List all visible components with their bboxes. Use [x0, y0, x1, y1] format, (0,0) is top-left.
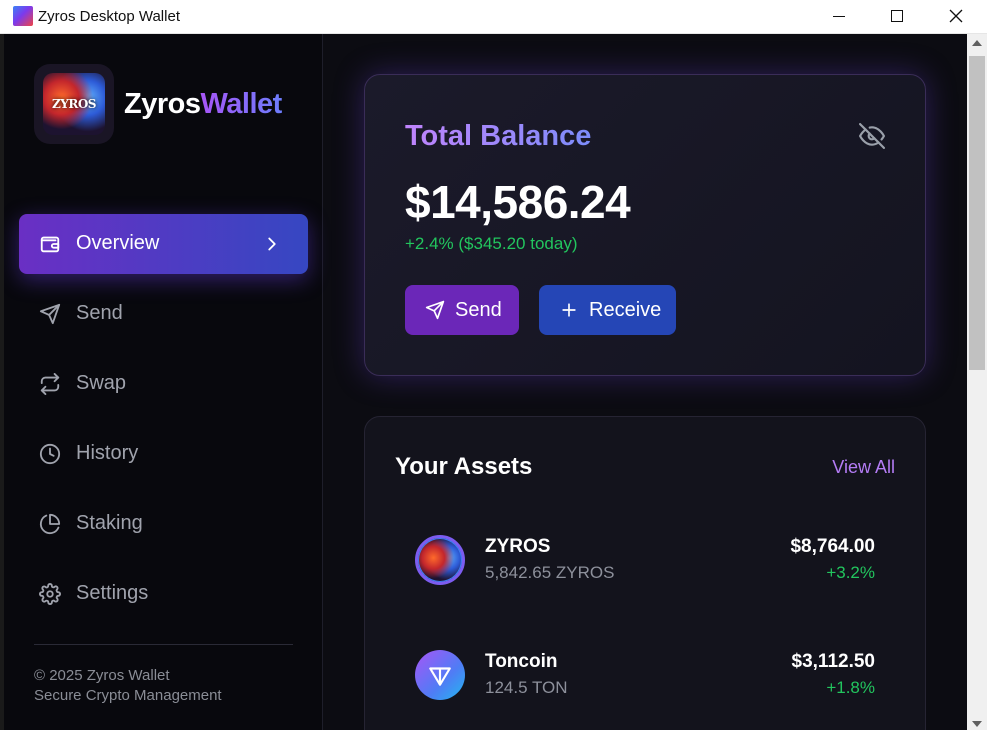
sidebar-item-settings[interactable]: Settings: [19, 564, 308, 624]
close-icon: [949, 9, 963, 23]
scrollbar-thumb[interactable]: [969, 56, 985, 370]
zyros-token-icon: [415, 535, 465, 585]
clock-icon: [39, 443, 61, 465]
asset-change: +3.2%: [826, 563, 875, 582]
send-button[interactable]: Send: [405, 285, 519, 335]
balance-amount: $14,586.24: [405, 176, 631, 228]
asset-row-zyros[interactable]: ZYROS 5,842.65 ZYROS $8,764.00 +3.2%: [395, 527, 895, 607]
scroll-down-arrow-icon[interactable]: [972, 721, 982, 727]
balance-title: Total Balance: [405, 120, 592, 152]
tagline-text: Secure Crypto Management: [34, 687, 222, 704]
brand-part-1: Zyros: [124, 88, 201, 120]
asset-amount: 124.5 TON: [485, 678, 568, 697]
receive-button[interactable]: Receive: [539, 285, 676, 335]
assets-title: Your Assets: [395, 453, 533, 480]
plus-icon: [562, 303, 576, 317]
sidebar-divider: [34, 644, 293, 645]
gear-icon: [39, 583, 61, 605]
sidebar-item-label: Settings: [76, 582, 149, 604]
sidebar-item-swap[interactable]: Swap: [19, 354, 308, 414]
maximize-button[interactable]: [868, 0, 926, 32]
logo: ZYROS: [34, 64, 114, 144]
brand-name: ZyrosWallet: [124, 88, 282, 121]
asset-row-toncoin[interactable]: Toncoin 124.5 TON $3,112.50 +1.8%: [395, 642, 895, 722]
send-icon: [425, 300, 445, 320]
sidebar-item-send[interactable]: Send: [19, 284, 308, 344]
window-title: Zyros Desktop Wallet: [38, 8, 180, 25]
sidebar-item-overview[interactable]: Overview: [19, 214, 308, 274]
toncoin-icon: [415, 650, 465, 700]
zyros-emblem-icon: ZYROS: [43, 73, 105, 135]
asset-name: Toncoin: [485, 651, 558, 672]
sidebar-item-label: Swap: [76, 372, 127, 394]
main-content: Total Balance $14,586.24 +2.4% ($345.20 …: [324, 34, 967, 730]
copyright-text: © 2025 Zyros Wallet: [34, 667, 170, 684]
pie-chart-icon: [39, 513, 61, 535]
assets-card: Your Assets View All ZYROS 5,842.65 ZYRO…: [364, 416, 926, 730]
wallet-icon: [40, 236, 60, 253]
sidebar-item-staking[interactable]: Staking: [19, 494, 308, 554]
brand-part-2: Wallet: [200, 88, 282, 120]
asset-name: ZYROS: [485, 536, 551, 557]
sidebar-item-label: Overview: [76, 232, 160, 254]
balance-card: Total Balance $14,586.24 +2.4% ($345.20 …: [364, 74, 926, 376]
asset-change: +1.8%: [826, 678, 875, 697]
sidebar-item-label: Staking: [76, 512, 143, 534]
sidebar-item-label: History: [76, 442, 139, 464]
asset-value: $8,764.00: [790, 536, 875, 557]
app-container: ZYROS ZyrosWallet Overview Send Swap His…: [4, 34, 967, 730]
window-titlebar: Zyros Desktop Wallet: [0, 0, 987, 34]
ton-diamond-icon: [429, 667, 451, 686]
sidebar-item-label: Send: [76, 302, 123, 324]
sidebar: ZYROS ZyrosWallet Overview Send Swap His…: [4, 34, 323, 730]
asset-amount: 5,842.65 ZYROS: [485, 563, 615, 582]
vertical-scrollbar[interactable]: [967, 34, 987, 730]
balance-change: +2.4% ($345.20 today): [405, 234, 578, 253]
maximize-icon: [891, 10, 903, 22]
minimize-button[interactable]: [810, 0, 868, 32]
eye-off-icon[interactable]: [859, 123, 885, 149]
emblem-text: ZYROS: [52, 97, 96, 111]
minimize-icon: [833, 15, 845, 17]
send-icon: [39, 303, 61, 325]
close-button[interactable]: [927, 0, 985, 32]
app-icon: [13, 6, 33, 26]
swap-icon: [40, 373, 60, 395]
sidebar-item-history[interactable]: History: [19, 424, 308, 484]
view-all-link[interactable]: View All: [832, 457, 895, 478]
send-button-label: Send: [455, 299, 502, 321]
chevron-right-icon: [268, 237, 276, 251]
asset-value: $3,112.50: [791, 651, 875, 672]
receive-button-label: Receive: [589, 299, 662, 321]
scroll-up-arrow-icon[interactable]: [972, 40, 982, 46]
